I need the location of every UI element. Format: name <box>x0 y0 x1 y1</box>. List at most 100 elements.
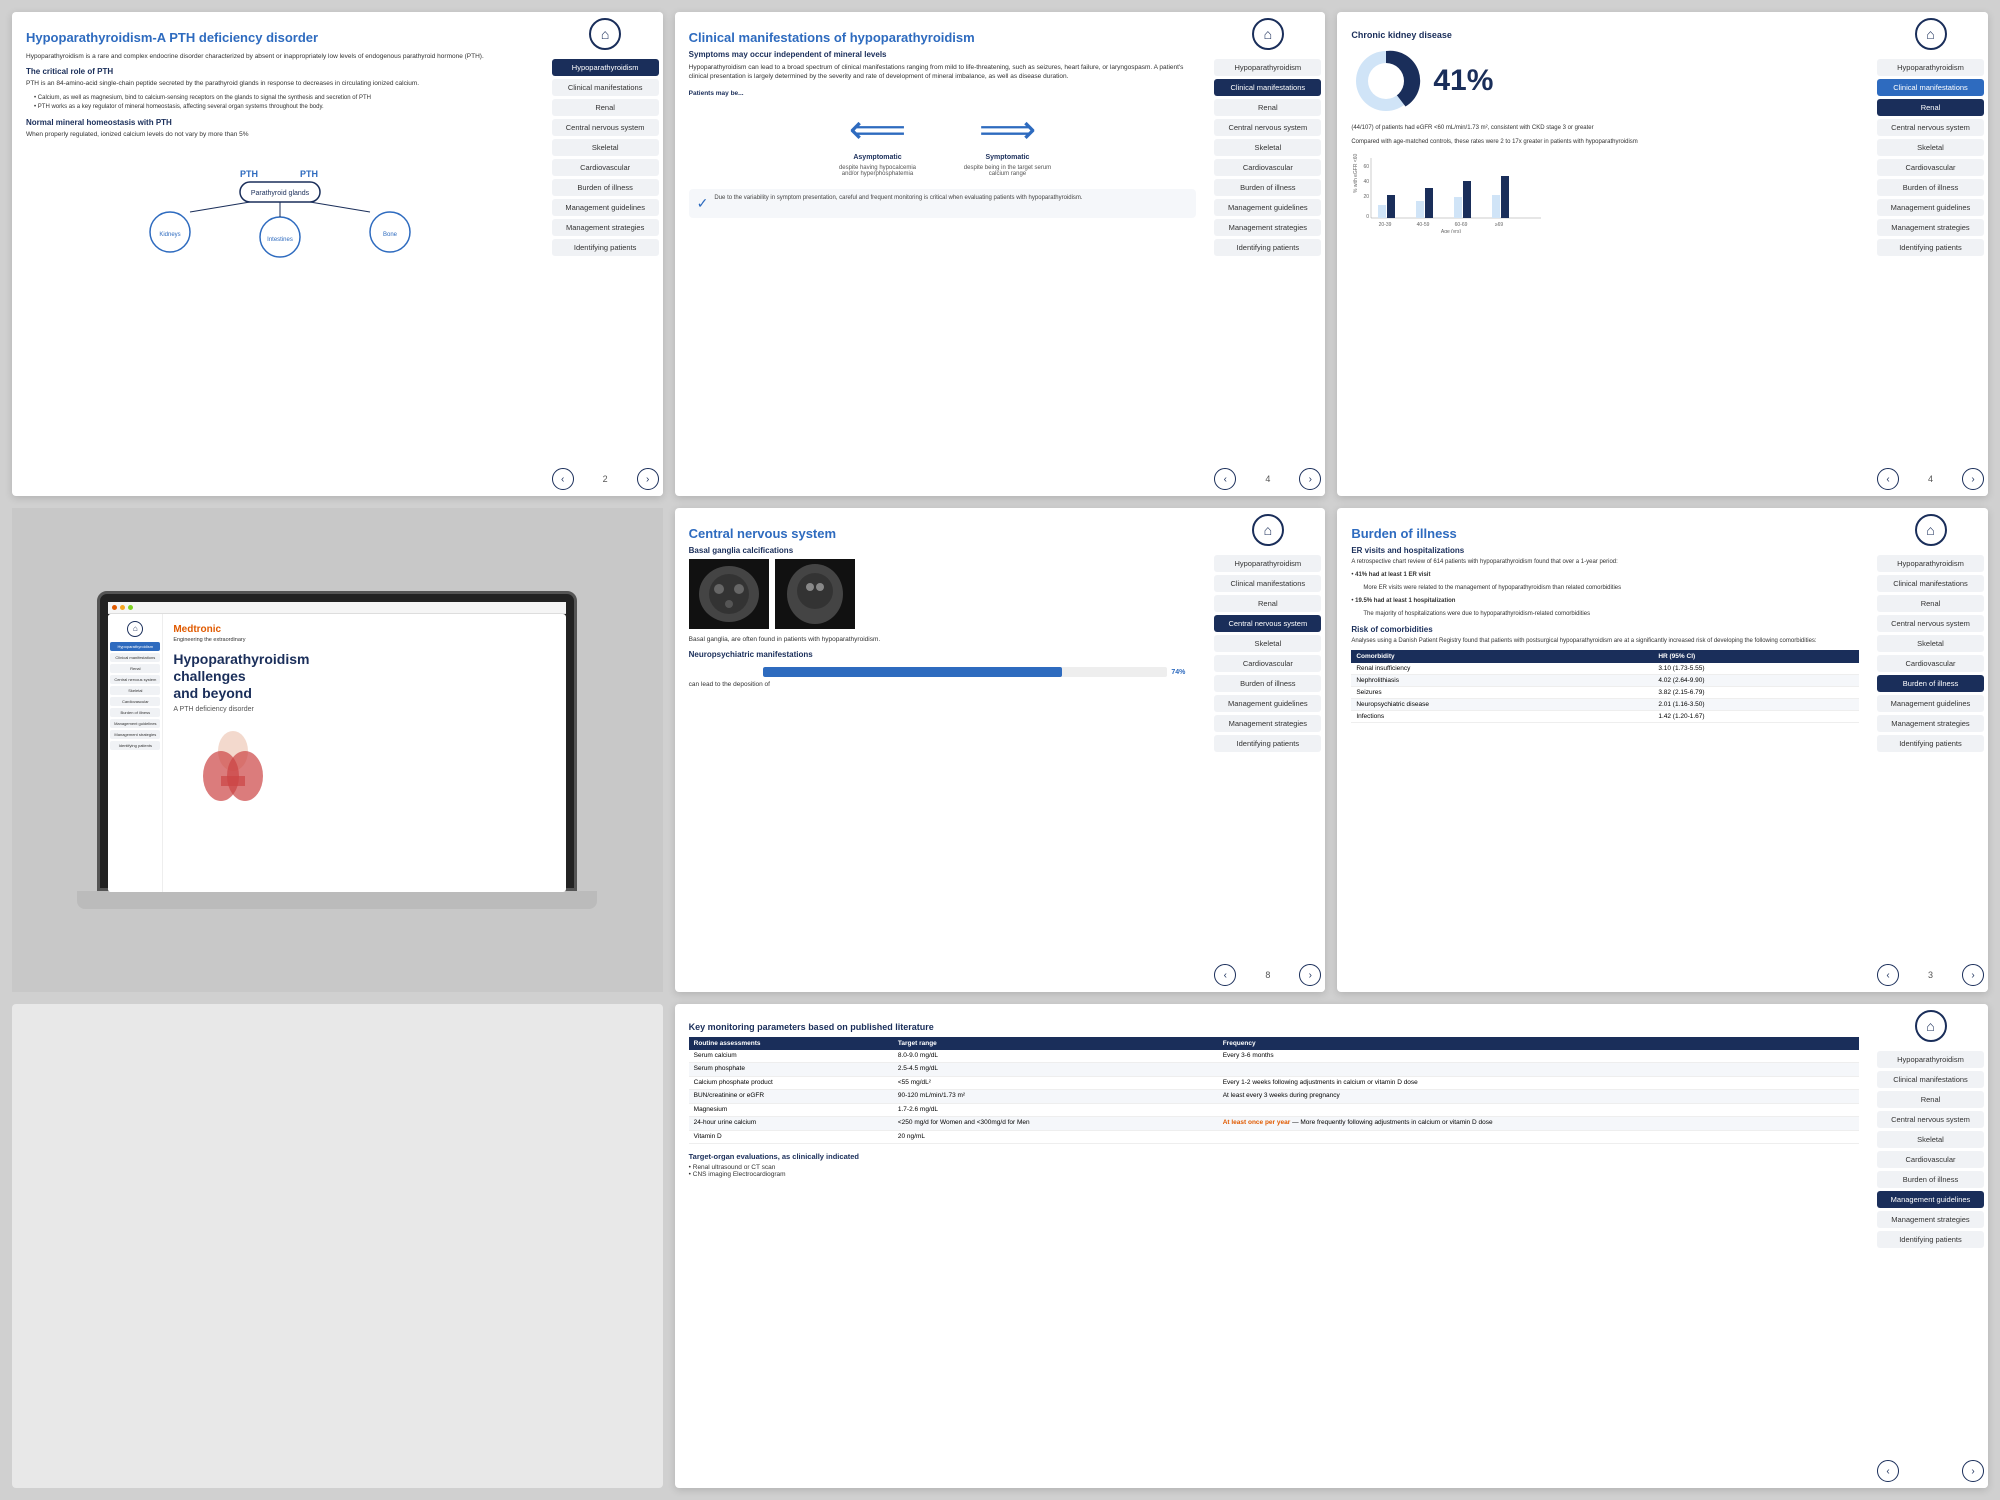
nav-hypoparathyroidism[interactable]: Hypoparathyroidism <box>1214 555 1321 572</box>
laptop-nav-1[interactable]: Clinical manifestations <box>110 653 160 662</box>
nav-hypoparathyroidism[interactable]: Hypoparathyroidism <box>1214 59 1321 76</box>
nav-clinical[interactable]: Clinical manifestations <box>1877 79 1984 96</box>
nav-mgmt-strategies[interactable]: Management strategies <box>1214 715 1321 732</box>
slide5-body1: A retrospective chart review of 614 pati… <box>1351 558 1859 567</box>
nav-burden[interactable]: Burden of illness <box>1877 675 1984 692</box>
next-arrow[interactable]: › <box>1962 1460 1984 1482</box>
nav-renal[interactable]: Renal <box>1214 595 1321 612</box>
nav-cardio[interactable]: Cardiovascular <box>1877 159 1984 176</box>
slide5-section1: ER visits and hospitalizations <box>1351 546 1859 555</box>
nav-hypoparathyroidism[interactable]: Hypoparathyroidism <box>1877 555 1984 572</box>
nav-skeletal[interactable]: Skeletal <box>1877 1131 1984 1148</box>
table-row: BUN/creatinine or eGFR90-120 mL/min/1.73… <box>689 1090 1859 1103</box>
prev-arrow[interactable]: ‹ <box>1877 468 1899 490</box>
svg-text:PTH: PTH <box>240 169 258 179</box>
table-row: Serum phosphate2.5-4.5 mg/dL <box>689 1063 1859 1076</box>
nav-identifying[interactable]: Identifying patients <box>1877 1231 1984 1248</box>
nav-burden[interactable]: Burden of illness <box>1877 1171 1984 1188</box>
nav-skeletal[interactable]: Skeletal <box>1877 635 1984 652</box>
laptop-nav-5[interactable]: Cardiovascular <box>110 697 160 706</box>
laptop-nav-2[interactable]: Renal <box>110 664 160 673</box>
nav-identifying[interactable]: Identifying patients <box>1214 239 1321 256</box>
next-arrow[interactable]: › <box>1299 468 1321 490</box>
table-row: Renal insufficiency3.10 (1.73-5.55) <box>1351 663 1859 675</box>
nav-mgmt-guidelines[interactable]: Management guidelines <box>1877 695 1984 712</box>
prev-arrow[interactable]: ‹ <box>1877 964 1899 986</box>
nav-mgmt-guidelines[interactable]: Management guidelines <box>1877 1191 1984 1208</box>
slide5-body2: Analyses using a Danish Patient Registry… <box>1351 637 1859 646</box>
nav-mgmt-strategies[interactable]: Management strategies <box>552 219 659 236</box>
nav-mgmt-strategies[interactable]: Management strategies <box>1877 219 1984 236</box>
next-arrow[interactable]: › <box>1962 468 1984 490</box>
nav-mgmt-strategies[interactable]: Management strategies <box>1877 715 1984 732</box>
page-num: 4 <box>1928 474 1933 484</box>
nav-mgmt-guidelines[interactable]: Management guidelines <box>1214 695 1321 712</box>
laptop-nav-3[interactable]: Central nervous system <box>110 675 160 684</box>
nav-identifying[interactable]: Identifying patients <box>1214 735 1321 752</box>
nav-burden[interactable]: Burden of illness <box>552 179 659 196</box>
prev-arrow[interactable]: ‹ <box>552 468 574 490</box>
nav-cns[interactable]: Central nervous system <box>552 119 659 136</box>
nav-cardio[interactable]: Cardiovascular <box>1214 159 1321 176</box>
nav-mgmt-strategies[interactable]: Management strategies <box>1214 219 1321 236</box>
nav-clinical[interactable]: Clinical manifestations <box>1877 1071 1984 1088</box>
pth-diagram: PTH PTH Parathyroid glands Kidneys Intes… <box>26 147 534 267</box>
nav-cardio[interactable]: Cardiovascular <box>552 159 659 176</box>
nav-skeletal[interactable]: Skeletal <box>552 139 659 156</box>
nav-clinical[interactable]: Clinical manifestations <box>552 79 659 96</box>
nav-hypoparathyroidism[interactable]: Hypoparathyroidism <box>1877 59 1984 76</box>
nav-home-icon: ⌂ <box>1214 18 1321 50</box>
laptop-toolbar <box>108 602 566 614</box>
nav-clinical[interactable]: Clinical manifestations <box>1877 575 1984 592</box>
next-arrow[interactable]: › <box>1962 964 1984 986</box>
nav-cns[interactable]: Central nervous system <box>1877 1111 1984 1128</box>
nav-identifying[interactable]: Identifying patients <box>1877 735 1984 752</box>
nav-renal[interactable]: Renal <box>1877 595 1984 612</box>
nav-hypoparathyroidism[interactable]: Hypoparathyroidism <box>1877 1051 1984 1068</box>
nav-cardio[interactable]: Cardiovascular <box>1877 655 1984 672</box>
nav-renal[interactable]: Renal <box>1877 99 1984 116</box>
svg-text:60: 60 <box>1364 164 1370 170</box>
nav-burden[interactable]: Burden of illness <box>1214 179 1321 196</box>
laptop-nav-4[interactable]: Skeletal <box>110 686 160 695</box>
laptop-slide: ⌂ Hypoparathyroidism Clinical manifestat… <box>12 508 663 992</box>
nav-mgmt-guidelines[interactable]: Management guidelines <box>1877 199 1984 216</box>
prev-arrow[interactable]: ‹ <box>1877 1460 1899 1482</box>
slide5-bullet1: • 41% had at least 1 ER visit <box>1351 571 1859 580</box>
note-box: ✓ Due to the variability in symptom pres… <box>689 189 1197 218</box>
nav-cns[interactable]: Central nervous system <box>1214 615 1321 632</box>
slide1-section2-body: When properly regulated, ionized calcium… <box>26 130 534 139</box>
next-arrow[interactable]: › <box>1299 964 1321 986</box>
prev-arrow[interactable]: ‹ <box>1214 468 1236 490</box>
nav-cardio[interactable]: Cardiovascular <box>1877 1151 1984 1168</box>
nav-mgmt-strategies[interactable]: Management strategies <box>1877 1211 1984 1228</box>
nav-cardio[interactable]: Cardiovascular <box>1214 655 1321 672</box>
nav-cns[interactable]: Central nervous system <box>1877 615 1984 632</box>
nav-skeletal[interactable]: Skeletal <box>1214 139 1321 156</box>
nav-renal[interactable]: Renal <box>552 99 659 116</box>
nav-mgmt-guidelines[interactable]: Management guidelines <box>1214 199 1321 216</box>
nav-skeletal[interactable]: Skeletal <box>1877 139 1984 156</box>
nav-identifying[interactable]: Identifying patients <box>1877 239 1984 256</box>
nav-cns[interactable]: Central nervous system <box>1214 119 1321 136</box>
nav-burden[interactable]: Burden of illness <box>1877 179 1984 196</box>
slide2-nav: ⌂ Hypoparathyroidism Clinical manifestat… <box>1210 12 1325 496</box>
nav-skeletal[interactable]: Skeletal <box>1214 635 1321 652</box>
nav-renal[interactable]: Renal <box>1214 99 1321 116</box>
slide-burden: Burden of illness ER visits and hospital… <box>1337 508 1988 992</box>
laptop-nav-6[interactable]: Burden of illness <box>110 708 160 717</box>
nav-renal[interactable]: Renal <box>1877 1091 1984 1108</box>
nav-clinical[interactable]: Clinical manifestations <box>1214 575 1321 592</box>
laptop-nav-0[interactable]: Hypoparathyroidism <box>110 642 160 651</box>
nav-hypoparathyroidism[interactable]: Hypoparathyroidism <box>552 59 659 76</box>
next-arrow[interactable]: › <box>637 468 659 490</box>
nav-cns[interactable]: Central nervous system <box>1877 119 1984 136</box>
laptop-nav-8[interactable]: Management strategies <box>110 730 160 739</box>
nav-mgmt-guidelines[interactable]: Management guidelines <box>552 199 659 216</box>
nav-identifying[interactable]: Identifying patients <box>552 239 659 256</box>
nav-clinical[interactable]: Clinical manifestations <box>1214 79 1321 96</box>
prev-arrow[interactable]: ‹ <box>1214 964 1236 986</box>
laptop-nav-9[interactable]: Identifying patients <box>110 741 160 750</box>
nav-burden[interactable]: Burden of illness <box>1214 675 1321 692</box>
laptop-nav-7[interactable]: Management guidelines <box>110 719 160 728</box>
